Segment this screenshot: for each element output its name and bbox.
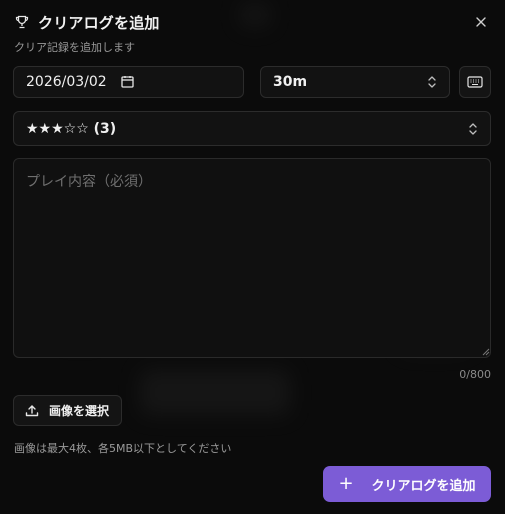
- add-clear-log-button[interactable]: + クリアログを追加: [323, 466, 491, 502]
- rating-select[interactable]: ★★★☆☆ (3): [13, 111, 491, 146]
- keyboard-icon: [467, 76, 483, 88]
- dialog-title: クリアログを追加: [38, 13, 160, 32]
- dialog-header: クリアログを追加: [14, 11, 491, 33]
- rating-value: ★★★☆☆ (3): [26, 120, 117, 137]
- duration-select[interactable]: 30m: [260, 66, 450, 98]
- clear-log-dialog: クリアログを追加 クリア記録を追加します 2026/03/02 30m ★★★☆…: [0, 0, 505, 514]
- add-clear-log-label: クリアログを追加: [371, 478, 476, 494]
- duration-value: 30m: [273, 74, 308, 90]
- character-counter: 0/800: [459, 368, 491, 381]
- trophy-icon: [14, 14, 30, 30]
- plus-icon: +: [338, 473, 354, 494]
- select-image-label: 画像を選択: [49, 404, 110, 418]
- dialog-subtitle: クリア記録を追加します: [14, 41, 135, 54]
- play-content-textarea[interactable]: [13, 158, 491, 358]
- chevron-up-down-icon: [468, 122, 478, 136]
- image-limit-hint: 画像は最大4枚、各5MB以下としてください: [14, 442, 232, 455]
- calendar-icon[interactable]: [121, 75, 135, 89]
- select-image-button[interactable]: 画像を選択: [13, 395, 122, 426]
- backdrop-blur: [140, 370, 290, 415]
- date-value: 2026/03/02: [26, 74, 107, 90]
- close-button[interactable]: [471, 12, 491, 32]
- chevron-up-down-icon: [427, 75, 437, 89]
- resize-handle-icon[interactable]: [482, 348, 490, 356]
- keyboard-input-button[interactable]: [459, 66, 491, 98]
- date-input[interactable]: 2026/03/02: [13, 66, 244, 98]
- upload-icon: [25, 404, 39, 418]
- close-icon: [476, 17, 486, 27]
